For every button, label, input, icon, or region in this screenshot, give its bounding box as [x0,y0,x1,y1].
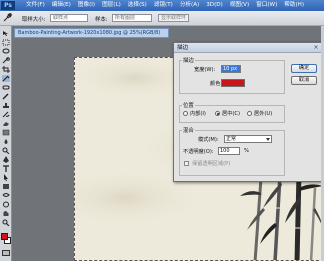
hand-tool-icon[interactable] [2,210,10,217]
menu-3d[interactable]: 3D(D) [206,1,223,10]
menu-filter[interactable]: 滤镜(T) [154,1,173,10]
outside-radio[interactable] [247,111,252,116]
photoshop-logo: Ps [1,1,15,10]
crop-tool-icon[interactable] [2,66,10,73]
stroke-color-swatch[interactable] [221,79,245,87]
sample-size-select[interactable]: 取样点 [50,14,88,22]
location-group-title: 位置 [182,101,195,109]
menu-layer[interactable]: 图层(L) [102,1,121,10]
brush-tool-icon[interactable] [2,93,10,100]
pen-tool-icon[interactable] [2,156,10,163]
zoom-tool-icon[interactable] [2,219,10,226]
menu-image[interactable]: 图像(I) [78,1,95,10]
width-input[interactable]: 10 px [221,65,241,73]
stroke-group-title: 描边 [182,56,195,64]
blur-tool-icon[interactable] [2,138,10,145]
3d-rotate-tool-icon[interactable] [2,192,10,199]
menu-select[interactable]: 选择(S) [128,1,147,10]
center-label: 居中(C) [222,111,241,117]
preserve-transparency-label: 保留透明区域(P) [192,161,231,167]
quick-mask-icon[interactable] [2,250,10,256]
sample-label: 样本: [95,17,108,23]
menu-analysis[interactable]: 分析(A) [180,1,199,10]
opacity-label: 不透明度(O): [183,149,214,155]
cancel-button[interactable]: 取消 [291,76,317,85]
menu-bar: 文件(F) 编辑(E) 图像(I) 图层(L) 选择(S) 滤镜(T) 分析(A… [26,1,304,10]
preserve-transparency-checkbox[interactable] [184,161,189,166]
opacity-input[interactable]: 100 [218,147,240,155]
eyedropper-icon[interactable] [3,13,12,24]
menu-view[interactable]: 视图(V) [230,1,249,10]
foreground-color-swatch[interactable] [1,233,8,240]
close-icon[interactable]: × [313,45,319,51]
sample-select[interactable]: 所有图层 [112,14,152,22]
dodge-tool-icon[interactable] [2,147,10,154]
outside-label: 居外(U) [254,111,273,117]
sample-size-label: 取样大小: [22,17,46,23]
shape-tool-icon[interactable] [2,183,10,190]
quick-selection-tool-icon[interactable] [2,57,10,64]
inside-label: 内部(I) [190,111,206,117]
clone-stamp-tool-icon[interactable] [2,102,10,109]
mode-label: 模式(M): [198,137,219,143]
type-tool-icon[interactable] [2,165,10,172]
blend-mode-value: 正常 [226,136,237,142]
menu-edit[interactable]: 编辑(E) [52,1,71,10]
blending-group-title: 混合 [182,126,195,134]
chevron-down-icon [266,138,270,141]
gradient-tool-icon[interactable] [2,129,10,136]
inside-radio[interactable] [183,111,188,116]
menu-window[interactable]: 窗口(W) [256,1,277,10]
3d-orbit-tool-icon[interactable] [2,201,10,208]
center-radio[interactable] [215,111,220,116]
options-bar: 取样大小: 取样点 样本: 所有图层 显示取样环 [0,11,324,26]
tools-panel [0,26,12,261]
eyedropper-tool-icon[interactable] [2,75,10,82]
document-tab[interactable]: Bamboo-Painting-Artwork-1920x1080.jpg @ … [14,28,169,38]
move-tool-icon[interactable] [2,30,10,37]
path-selection-tool-icon[interactable] [2,174,10,181]
stroke-dialog: 描边 × 描边 宽度(W): 10 px 颜色: 位置 内部(I) 居中(C) … [173,42,322,182]
history-brush-tool-icon[interactable] [2,111,10,118]
menu-file[interactable]: 文件(F) [26,1,45,10]
ok-button[interactable]: 确定 [291,64,317,73]
lasso-tool-icon[interactable] [2,48,10,55]
opacity-unit: % [244,148,249,154]
marquee-tool-icon[interactable] [2,39,10,46]
width-label: 宽度(W): [194,67,216,73]
show-sampling-ring-toggle[interactable]: 显示取样环 [158,14,190,22]
healing-brush-tool-icon[interactable] [2,84,10,91]
dialog-title: 描边 [174,43,321,53]
title-bar: Ps 文件(F) 编辑(E) 图像(I) 图层(L) 选择(S) 滤镜(T) 分… [0,0,324,11]
eraser-tool-icon[interactable] [2,120,10,127]
menu-help[interactable]: 帮助(H) [284,1,304,10]
blend-mode-select[interactable]: 正常 [224,135,272,143]
